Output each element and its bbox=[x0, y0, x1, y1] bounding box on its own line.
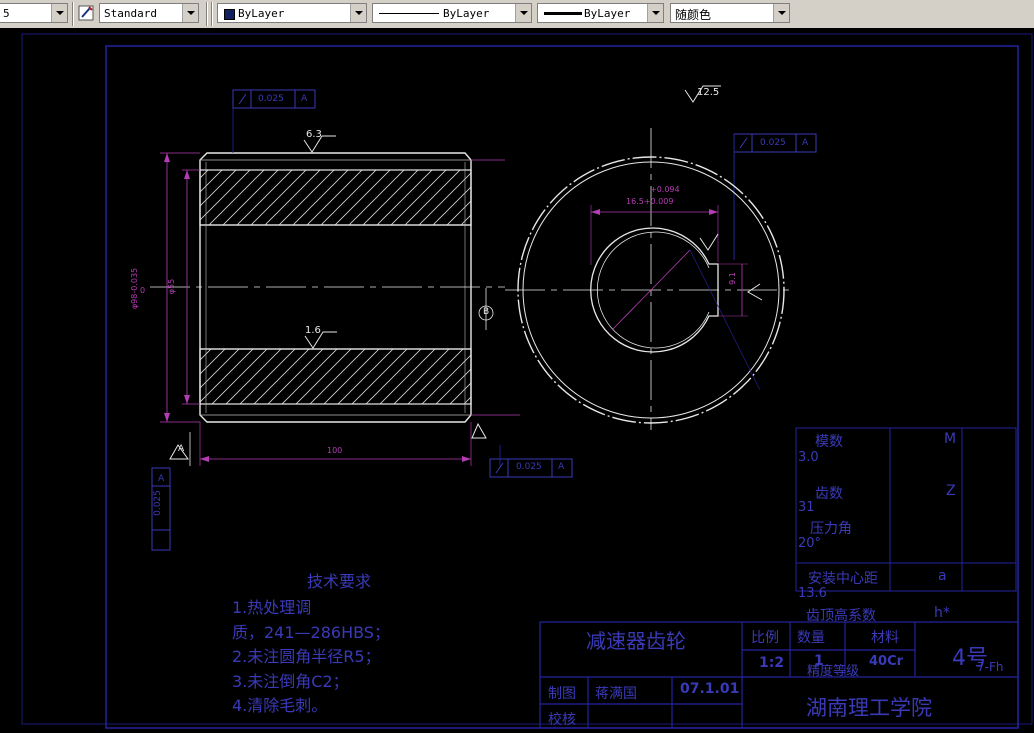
section-view bbox=[150, 90, 520, 467]
tol-datum: A bbox=[558, 462, 565, 472]
datum-label: B bbox=[483, 307, 490, 317]
text-style-combo[interactable]: Standard bbox=[99, 3, 199, 23]
layer-combo-value: 5 bbox=[3, 7, 10, 20]
dim-length: 100 bbox=[327, 446, 343, 455]
qty-label: 数量 bbox=[797, 630, 825, 646]
dim-key-side: 9.1 bbox=[727, 272, 737, 285]
dim-bore-diameter: φ55 bbox=[167, 278, 177, 295]
date: 07.1.01 bbox=[680, 681, 740, 697]
tol-datum: A bbox=[301, 94, 308, 104]
drawing-canvas[interactable]: 0.025 A 0.025 A 0.025 A 0.025 A 6.3 1.6 … bbox=[0, 28, 1034, 733]
text-style-value: Standard bbox=[104, 7, 157, 20]
scale-value: 1:2 bbox=[759, 655, 785, 671]
dim-outer-diameter: φ98-0.035 bbox=[130, 267, 140, 310]
datum-label: A bbox=[178, 444, 185, 454]
color-combo[interactable]: ByLayer bbox=[217, 3, 367, 23]
tol-value: 0.025 bbox=[258, 94, 284, 104]
center-label: 安装中心距 bbox=[808, 571, 878, 587]
tech-line: 4.清除毛刺。 bbox=[232, 696, 328, 715]
addendum-symbol: h* bbox=[934, 605, 950, 621]
lineweight-sample-icon bbox=[544, 12, 582, 15]
dim-key-tol: +0.094 bbox=[650, 185, 680, 194]
addendum-label: 齿顶高系数 bbox=[806, 608, 876, 624]
lineweight-value: ByLayer bbox=[584, 7, 631, 20]
pressure-label: 压力角 bbox=[810, 521, 852, 537]
center-value: 13.6 bbox=[798, 586, 827, 601]
linetype-value: ByLayer bbox=[443, 7, 490, 20]
roughness-label: 1.6 bbox=[305, 325, 321, 336]
material-value: 40Cr bbox=[869, 654, 904, 669]
text-style-icon[interactable] bbox=[77, 3, 97, 23]
properties-toolbar: 5 Standard ByLayer ByLayer ByLayer 随颜色 bbox=[0, 0, 1034, 29]
chevron-down-icon[interactable] bbox=[515, 4, 531, 22]
dim-key-width: 16.5+0.009 bbox=[626, 197, 674, 206]
tol-datum: A bbox=[802, 138, 809, 148]
tol-value: 0.025 bbox=[760, 138, 786, 148]
scale-label: 比例 bbox=[751, 630, 779, 646]
part-name: 减速器齿轮 bbox=[586, 629, 686, 653]
precision-value: 7-Fh bbox=[977, 660, 1004, 674]
roughness-label: 12.5 bbox=[697, 87, 720, 98]
linetype-combo[interactable]: ByLayer bbox=[372, 3, 532, 23]
teeth-label: 齿数 bbox=[815, 486, 843, 502]
outer-frame bbox=[21, 33, 1033, 725]
tech-title: 技术要求 bbox=[307, 572, 372, 591]
layer-combo[interactable]: 5 bbox=[0, 3, 68, 23]
module-value: 3.0 bbox=[798, 450, 819, 465]
tol-value: 0.025 bbox=[516, 462, 542, 472]
checked-label: 校核 bbox=[548, 712, 576, 728]
teeth-symbol: Z bbox=[946, 483, 956, 499]
dim-zero: 0 bbox=[140, 286, 146, 295]
module-symbol: M bbox=[944, 431, 957, 447]
tol-datum-vertical: A bbox=[158, 474, 165, 484]
tech-line: 3.未注倒角C2； bbox=[232, 672, 349, 691]
tech-line: 1.热处理调 bbox=[232, 598, 312, 617]
gear-param-table bbox=[795, 427, 1017, 592]
material-label: 材料 bbox=[871, 630, 899, 646]
chevron-down-icon[interactable] bbox=[51, 4, 67, 22]
color-value: ByLayer bbox=[238, 7, 285, 20]
pressure-value: 20° bbox=[798, 536, 822, 551]
plotstyle-combo[interactable]: 随颜色 bbox=[670, 3, 790, 23]
drawn-label: 制图 bbox=[548, 686, 576, 702]
chevron-down-icon[interactable] bbox=[350, 4, 366, 22]
chevron-down-icon[interactable] bbox=[773, 4, 789, 22]
chevron-down-icon[interactable] bbox=[647, 4, 663, 22]
roughness-label: 6.3 bbox=[306, 129, 322, 140]
chevron-down-icon[interactable] bbox=[182, 4, 198, 22]
linetype-sample-icon bbox=[379, 13, 439, 14]
school-name: 湖南理工学院 bbox=[806, 696, 932, 720]
lineweight-combo[interactable]: ByLayer bbox=[537, 3, 664, 23]
module-label: 模数 bbox=[815, 434, 843, 450]
tol-value-vertical: 0.025 bbox=[152, 490, 163, 516]
tech-line: 2.未注圆角半径R5； bbox=[232, 647, 381, 666]
toolbar-separator bbox=[206, 2, 208, 26]
tech-line: 质，241—286HBS； bbox=[232, 623, 390, 642]
toolbar-separator bbox=[211, 2, 213, 26]
precision-label: 精度等级 bbox=[807, 664, 860, 679]
toolbar-separator bbox=[72, 2, 74, 26]
teeth-value: 31 bbox=[798, 500, 815, 515]
drawn-by: 蒋满国 bbox=[595, 686, 637, 702]
center-symbol: a bbox=[938, 568, 947, 584]
plotstyle-value: 随颜色 bbox=[675, 8, 712, 22]
color-swatch-icon bbox=[224, 9, 235, 20]
